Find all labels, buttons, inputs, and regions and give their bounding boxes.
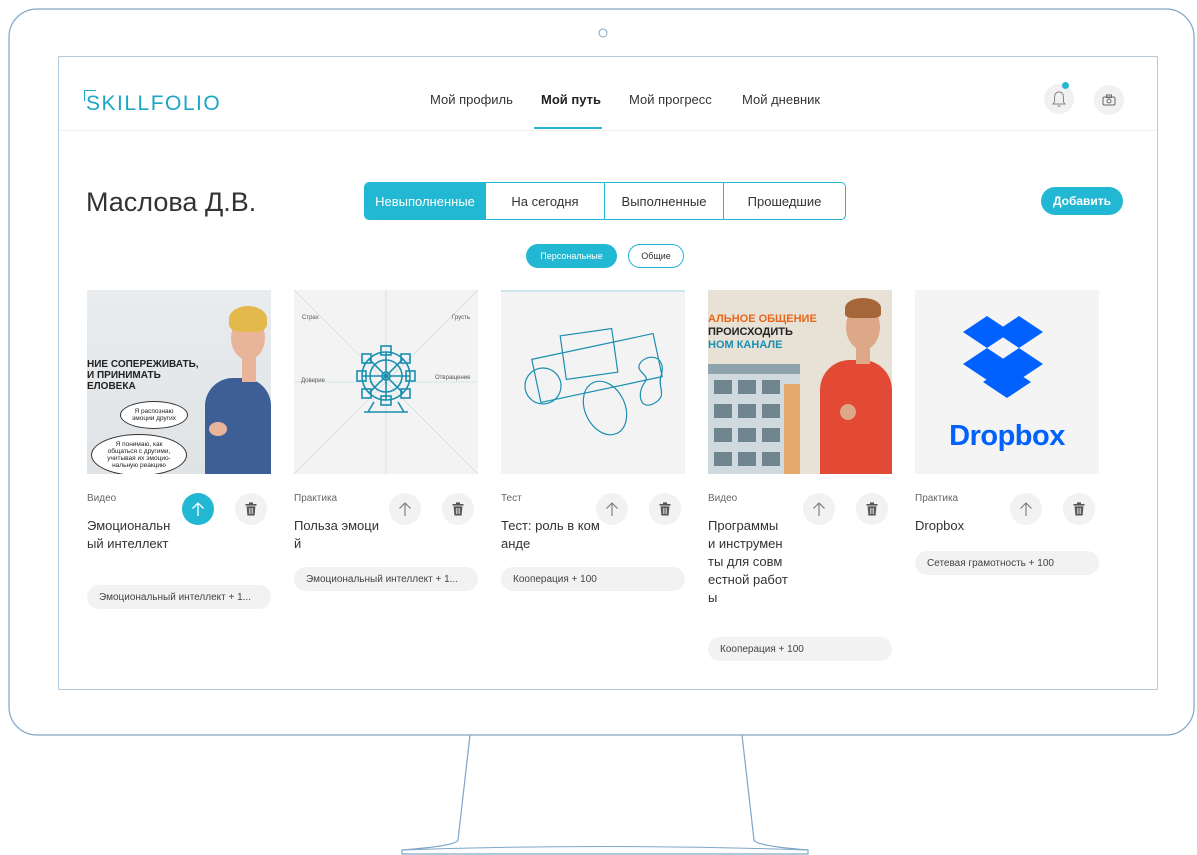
card-team-role-test[interactable]: Тест Тест: роль в команде Кооперация + 1… <box>501 290 685 591</box>
presenter-hair <box>845 298 881 318</box>
logo[interactable]: SKILLFOLIO <box>84 90 222 116</box>
speech-bubble: Я распознаю эмоции других <box>120 401 188 429</box>
thumb-caption-line: АЛЬНОЕ ОБЩЕНИЕ <box>708 313 817 325</box>
skill-tag: Сетевая грамотность + 100 <box>915 551 1099 575</box>
add-button[interactable]: Добавить <box>1041 187 1123 215</box>
arrow-up-icon <box>606 502 618 516</box>
pill-common[interactable]: Общие <box>628 244 684 268</box>
trash-icon <box>1073 502 1085 516</box>
speech-bubble-text: Я понимаю, как общаться с другими, учиты… <box>107 441 171 469</box>
thumb-caption-line: ЕЛОВЕКА <box>87 381 136 392</box>
card-thumbnail-video[interactable]: НИЕ СОПЕРЕЖИВАТЬ, И ПРИНИМАТЬ ЕЛОВЕКА Я … <box>87 290 271 474</box>
skill-tag: Кооперация + 100 <box>501 567 685 591</box>
upload-button[interactable] <box>1010 493 1042 525</box>
thumb-caption: НИЕ СОПЕРЕЖИВАТЬ, И ПРИНИМАТЬ ЕЛОВЕКА <box>87 359 199 392</box>
thumb-caption-line: ПРОИСХОДИТЬ <box>708 326 793 338</box>
camera-icon <box>1102 94 1116 106</box>
card-thumbnail-practice[interactable]: Страх Грусть Доверие Отвращение <box>294 290 478 474</box>
presenter-neck <box>242 356 256 382</box>
trash-icon <box>866 502 878 516</box>
status-segmented-control: Невыполненные На сегодня Выполненные Про… <box>364 182 846 220</box>
card-benefit-of-emotions[interactable]: Страх Грусть Доверие Отвращение Практика… <box>294 290 478 591</box>
card-title[interactable]: Программы и инструменты для совместной р… <box>708 517 788 607</box>
camera-button[interactable] <box>1094 85 1124 115</box>
abstract-shapes-illustration <box>524 327 663 436</box>
thumb-caption-line: НОМ КАНАЛЕ <box>708 339 783 351</box>
card-type: Практика <box>294 493 338 504</box>
thumb-caption-line: И ПРИНИМАТЬ <box>87 370 161 381</box>
skill-tag: Кооперация + 100 <box>708 637 892 661</box>
presenter-hand <box>209 422 227 436</box>
card-thumbnail-test[interactable] <box>501 290 685 474</box>
notification-dot <box>1062 82 1069 89</box>
speech-bubble-text: Я распознаю эмоции других <box>131 408 177 422</box>
card-type: Видео <box>708 493 738 504</box>
arrow-up-icon <box>192 502 204 516</box>
trash-icon <box>245 502 257 516</box>
bell-icon <box>1052 91 1066 107</box>
thumb-caption-line: НИЕ СОПЕРЕЖИВАТЬ, <box>87 359 199 370</box>
card-emotional-intelligence[interactable]: НИЕ СОПЕРЕЖИВАТЬ, И ПРИНИМАТЬ ЕЛОВЕКА Я … <box>87 290 271 609</box>
card-title[interactable]: Эмоциональный интеллект <box>87 517 177 553</box>
card-dropbox[interactable]: Dropbox Практика Dropbox Сетевая грамотн… <box>915 290 1099 575</box>
presenter-hand <box>840 404 856 420</box>
thumb-caption: АЛЬНОЕ ОБЩЕНИЕ ПРОИСХОДИТЬ НОМ КАНАЛЕ <box>708 313 817 352</box>
segment-past[interactable]: Прошедшие <box>724 183 845 219</box>
dropbox-wordmark: Dropbox <box>949 420 1065 452</box>
logo-bracket-mark <box>84 90 96 101</box>
building-illustration <box>708 364 800 474</box>
top-navbar: SKILLFOLIO Мой профиль Мой путь Мой прог… <box>59 57 1157 131</box>
nav-my-progress[interactable]: Мой прогресс <box>629 92 712 107</box>
skill-tag: Эмоциональный интеллект + 1... <box>87 585 271 609</box>
delete-button[interactable] <box>442 493 474 525</box>
emotion-label: Доверие <box>301 378 325 384</box>
card-title[interactable]: Польза эмоций <box>294 517 384 553</box>
card-title[interactable]: Тест: роль в команде <box>501 517 601 553</box>
segment-today[interactable]: На сегодня <box>486 183 605 219</box>
presenter-neck <box>856 346 870 364</box>
upload-button[interactable] <box>803 493 835 525</box>
emotion-label: Страх <box>302 315 319 321</box>
card-thumbnail-video[interactable]: АЛЬНОЕ ОБЩЕНИЕ ПРОИСХОДИТЬ НОМ КАНАЛЕ <box>708 290 892 474</box>
card-title[interactable]: Dropbox <box>915 517 1005 535</box>
notifications-button[interactable] <box>1044 82 1074 114</box>
card-thumbnail-practice[interactable]: Dropbox <box>915 290 1099 474</box>
logo-text: SKILLFOLIO <box>86 92 222 115</box>
card-type: Практика <box>915 493 959 504</box>
presenter-body <box>820 360 892 474</box>
presenter-hair <box>229 306 267 332</box>
delete-button[interactable] <box>235 493 267 525</box>
card-collaboration-tools[interactable]: АЛЬНОЕ ОБЩЕНИЕ ПРОИСХОДИТЬ НОМ КАНАЛЕ Ви… <box>708 290 892 661</box>
emotion-label: Грусть <box>452 315 470 321</box>
upload-button[interactable] <box>389 493 421 525</box>
card-type: Видео <box>87 493 117 504</box>
card-type: Тест <box>501 493 522 504</box>
speech-bubble: Я понимаю, как общаться с другими, учиты… <box>91 434 187 474</box>
arrow-up-icon <box>399 502 411 516</box>
nav-my-profile[interactable]: Мой профиль <box>430 92 513 107</box>
upload-button[interactable] <box>182 493 214 525</box>
nav-my-diary[interactable]: Мой дневник <box>742 92 820 107</box>
pill-personal[interactable]: Персональные <box>526 244 617 268</box>
segment-completed[interactable]: Выполненные <box>605 183 724 219</box>
delete-button[interactable] <box>649 493 681 525</box>
skill-tag: Эмоциональный интеллект + 1... <box>294 567 478 591</box>
arrow-up-icon <box>1020 502 1032 516</box>
arrow-up-icon <box>813 502 825 516</box>
nav-my-path[interactable]: Мой путь <box>541 92 601 107</box>
delete-button[interactable] <box>856 493 888 525</box>
emotion-label: Отвращение <box>435 375 471 381</box>
app-screen: SKILLFOLIO Мой профиль Мой путь Мой прог… <box>59 57 1157 689</box>
trash-icon <box>659 502 671 516</box>
trash-icon <box>452 502 464 516</box>
delete-button[interactable] <box>1063 493 1095 525</box>
nav-active-underline <box>534 127 602 129</box>
page-title: Маслова Д.В. <box>86 187 257 217</box>
segment-incomplete[interactable]: Невыполненные <box>365 183 486 219</box>
